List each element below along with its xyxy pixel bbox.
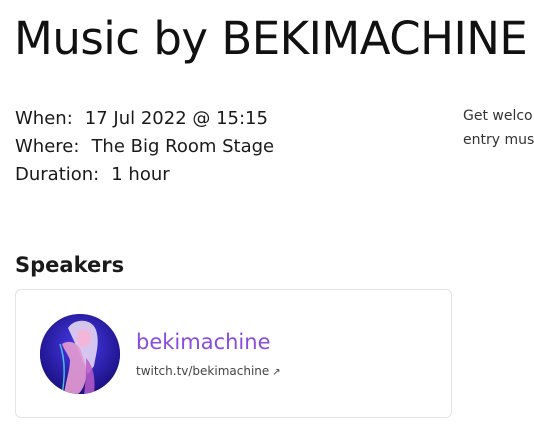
speaker-name-link[interactable]: bekimachine [136,330,271,354]
duration-label: Duration: [15,164,100,185]
duration-row: Duration: 1 hour [15,161,274,189]
event-description: Get welco entry mus [463,104,534,152]
where-row: Where: The Big Room Stage [15,133,274,161]
description-line: entry mus [463,132,534,148]
where-value: The Big Room Stage [91,136,275,157]
when-label: When: [15,108,73,129]
speaker-card: bekimachine twitch.tv/bekimachine ↗ [15,289,452,418]
where-label: Where: [15,136,80,157]
event-details: When: 17 Jul 2022 @ 15:15 Where: The Big R… [15,105,274,189]
duration-value: 1 hour [111,164,170,185]
speaker-twitch-link[interactable]: twitch.tv/bekimachine ↗ [136,364,281,378]
page-title: Music by BEKIMACHINE [14,12,528,65]
external-link-icon: ↗ [272,367,281,378]
speakers-heading: Speakers [15,253,125,277]
when-value: 17 Jul 2022 @ 15:15 [84,108,268,129]
avatar[interactable] [40,314,120,394]
when-row: When: 17 Jul 2022 @ 15:15 [15,105,274,133]
speaker-twitch-url[interactable]: twitch.tv/bekimachine [136,364,269,378]
description-line: Get welco [463,108,533,124]
speaker-photo-icon [40,314,120,394]
